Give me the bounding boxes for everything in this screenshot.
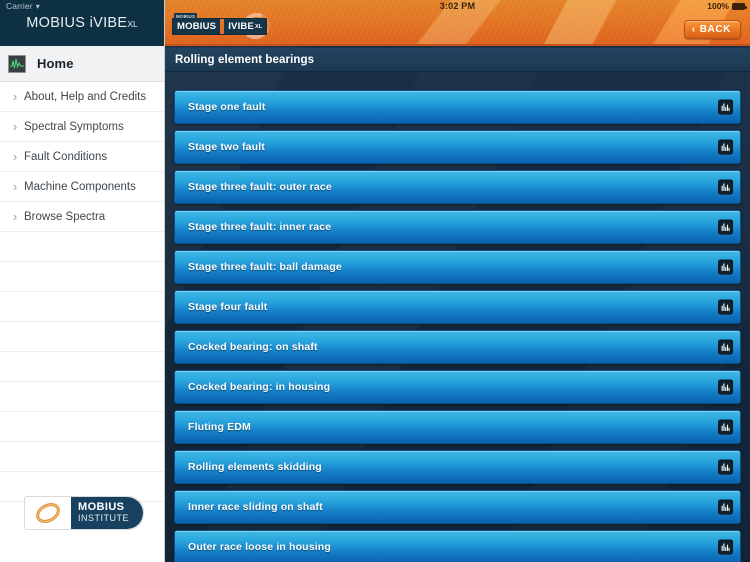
status-carrier: Carrier ▾	[6, 1, 40, 11]
battery-percent-label: 100%	[707, 1, 729, 11]
list-item[interactable]: Fluting EDM	[174, 410, 741, 444]
sidebar-empty-row	[0, 292, 164, 322]
list-item[interactable]: Outer race loose in housing	[174, 530, 741, 562]
list-item[interactable]: Stage one fault	[174, 90, 741, 124]
fault-list: Stage one fault Stage two fault Stage thre…	[165, 72, 750, 562]
list-item[interactable]: Stage three fault: outer race	[174, 170, 741, 204]
sidebar-empty-row	[0, 232, 164, 262]
mobius-ellipse-icon	[25, 497, 71, 529]
list-item[interactable]: Stage two fault	[174, 130, 741, 164]
list-item[interactable]: Inner race sliding on shaft	[174, 490, 741, 524]
spectrum-chart-icon[interactable]	[718, 99, 733, 115]
sidebar-item-label: Machine Components	[24, 180, 136, 193]
sidebar-item-machine-components[interactable]: › Machine Components	[0, 172, 164, 202]
spectrum-chart-icon[interactable]	[718, 219, 733, 235]
status-battery: 100%	[707, 1, 747, 11]
sidebar-item-about-help-and-credits[interactable]: › About, Help and Credits	[0, 82, 164, 112]
list-item-label: Cocked bearing: in housing	[188, 381, 331, 393]
logo-line-1: MOBIUS	[78, 501, 125, 513]
list-item[interactable]: Stage three fault: ball damage	[174, 250, 741, 284]
sidebar-empty-row	[0, 322, 164, 352]
sidebar-item-label: Fault Conditions	[24, 150, 108, 163]
sidebar-empty-row	[0, 262, 164, 292]
chevron-right-icon: ›	[12, 89, 18, 104]
sidebar-item-browse-spectra[interactable]: › Browse Spectra	[0, 202, 164, 232]
list-item[interactable]: Stage four fault	[174, 290, 741, 324]
spectrum-chart-icon[interactable]	[718, 259, 733, 275]
list-item-label: Outer race loose in housing	[188, 541, 331, 553]
main-pane: 3:02 PM 100% MOBIUS MOBIUS IVIBE XL ‹ BAC…	[165, 0, 750, 562]
sidebar-empty-row	[0, 412, 164, 442]
list-item[interactable]: Cocked bearing: on shaft	[174, 330, 741, 364]
spectrum-chart-icon[interactable]	[718, 539, 733, 555]
app-title-suffix: XL	[127, 19, 138, 29]
sidebar-item-home[interactable]: Home	[0, 46, 164, 82]
app-root: Carrier ▾ MOBIUS iVIBEXL Home › About, He…	[0, 0, 750, 562]
chevron-left-icon: ‹	[691, 24, 696, 35]
sidebar-empty-row	[0, 442, 164, 472]
spectrum-chart-icon[interactable]	[718, 419, 733, 435]
sidebar-item-label: Spectral Symptoms	[24, 120, 124, 133]
sidebar-header: Carrier ▾ MOBIUS iVIBEXL	[0, 0, 164, 46]
chevron-right-icon: ›	[12, 119, 18, 134]
spectrum-chart-icon[interactable]	[718, 179, 733, 195]
list-item[interactable]: Cocked bearing: in housing	[174, 370, 741, 404]
sidebar-empty-rows	[0, 232, 164, 502]
brand-badge-right-text: IVIBE	[228, 21, 255, 32]
chevron-right-icon: ›	[12, 179, 18, 194]
app-title-text: MOBIUS iVIBE	[26, 15, 128, 31]
mobius-institute-wordmark: MOBIUS INSTITUTE	[71, 497, 143, 529]
list-item-label: Stage one fault	[188, 101, 266, 113]
back-button-label: BACK	[699, 24, 731, 35]
sidebar-empty-row	[0, 382, 164, 412]
app-title: MOBIUS iVIBEXL	[0, 15, 164, 31]
wifi-icon: ▾	[35, 2, 40, 11]
sidebar-item-spectral-symptoms[interactable]: › Spectral Symptoms	[0, 112, 164, 142]
sidebar-empty-row	[0, 352, 164, 382]
brand-badge-left: MOBIUS	[173, 19, 221, 34]
chevron-right-icon: ›	[12, 209, 18, 224]
top-orange-header: 3:02 PM 100% MOBIUS MOBIUS IVIBE XL ‹ BAC…	[165, 0, 750, 46]
brand-badge-right-suffix: XL	[255, 23, 263, 30]
logo-line-2: INSTITUTE	[78, 513, 129, 523]
mobius-institute-logo: MOBIUS INSTITUTE	[24, 496, 144, 530]
carrier-label: Carrier	[6, 1, 33, 11]
spectrum-chart-icon[interactable]	[718, 499, 733, 515]
spectrum-chart-icon[interactable]	[718, 339, 733, 355]
list-item[interactable]: Rolling elements skidding	[174, 450, 741, 484]
page-title: Rolling element bearings	[175, 53, 315, 66]
list-item-label: Inner race sliding on shaft	[188, 501, 323, 513]
spectrum-chart-icon[interactable]	[718, 299, 733, 315]
list-item-label: Stage three fault: ball damage	[188, 261, 342, 273]
list-item-label: Fluting EDM	[188, 421, 251, 433]
brand-badge[interactable]: MOBIUS IVIBE XL	[172, 18, 268, 35]
sidebar-item-label: About, Help and Credits	[24, 90, 147, 103]
sidebar: Carrier ▾ MOBIUS iVIBEXL Home › About, He…	[0, 0, 165, 562]
spectrum-chart-icon[interactable]	[718, 379, 733, 395]
battery-full-icon	[732, 2, 747, 10]
sidebar-item-fault-conditions[interactable]: › Fault Conditions	[0, 142, 164, 172]
spectrum-chart-icon[interactable]	[718, 139, 733, 155]
list-item-label: Stage two fault	[188, 141, 265, 153]
spectrum-chart-icon[interactable]	[718, 459, 733, 475]
list-item-label: Stage three fault: outer race	[188, 181, 332, 193]
brand-badge-right: IVIBE XL	[224, 19, 267, 34]
list-item-label: Cocked bearing: on shaft	[188, 341, 318, 353]
list-item-label: Rolling elements skidding	[188, 461, 322, 473]
status-time: 3:02 PM	[439, 1, 476, 11]
chevron-right-icon: ›	[12, 149, 18, 164]
back-button[interactable]: ‹ BACK	[683, 20, 741, 39]
list-item-label: Stage three fault: inner race	[188, 221, 332, 233]
sidebar-item-home-label: Home	[37, 56, 74, 71]
page-title-bar: Rolling element bearings	[165, 48, 750, 72]
list-item[interactable]: Stage three fault: inner race	[174, 210, 741, 244]
waveform-icon	[8, 54, 26, 73]
sidebar-item-label: Browse Spectra	[24, 210, 106, 223]
list-item-label: Stage four fault	[188, 301, 268, 313]
